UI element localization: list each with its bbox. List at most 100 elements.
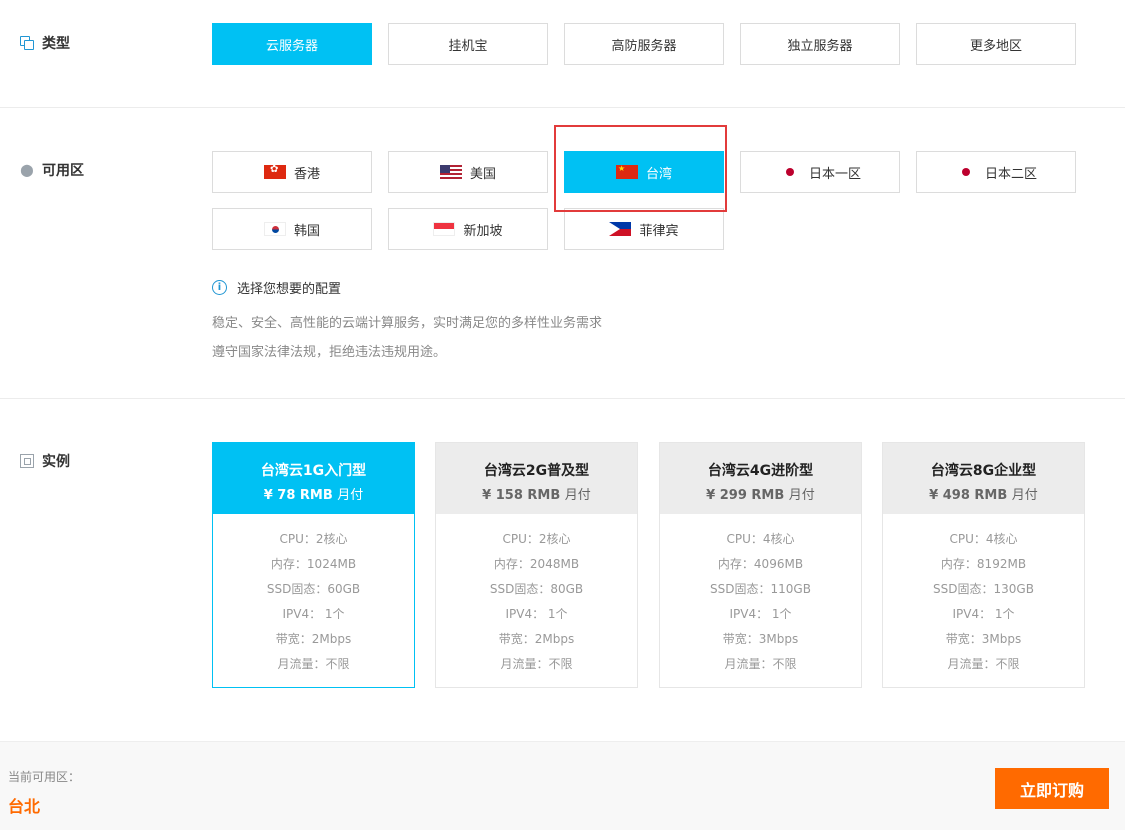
card-header: 台湾云2G普及型 ¥ 158 RMB 月付 <box>436 443 637 514</box>
spec-cpu: CPU：2核心 <box>279 532 348 546</box>
zone-option-label: 韩国 <box>293 223 320 239</box>
copy-icon <box>20 36 34 50</box>
instance-card-2g[interactable]: 台湾云2G普及型 ¥ 158 RMB 月付 CPU：2核心 内存：2048MB … <box>435 442 638 688</box>
card-header: 台湾云1G入门型 ¥ 78 RMB 月付 <box>213 443 414 514</box>
instance-card-8g[interactable]: 台湾云8G企业型 ¥ 498 RMB 月付 CPU：4核心 内存：8192MB … <box>882 442 1085 688</box>
singapore-flag-icon <box>433 222 456 236</box>
card-specs: CPU：2核心 内存：1024MB SSD固态：60GB IPV4： 1个 带宽… <box>213 514 414 677</box>
type-section-label: 类型 <box>20 33 70 53</box>
price-value: ¥ 299 RMB <box>706 488 785 503</box>
japan-flag-icon <box>778 165 801 179</box>
type-option-label: 更多地区 <box>969 38 1022 54</box>
current-zone-label: 当前可用区： <box>8 770 81 784</box>
spec-cpu: CPU：2核心 <box>502 532 571 546</box>
hong-kong-flag-icon <box>263 164 286 179</box>
zone-option-label: 新加坡 <box>463 223 503 239</box>
type-option-vps-box[interactable]: 挂机宝 <box>388 23 548 65</box>
spec-cpu: CPU：4核心 <box>949 532 1018 546</box>
card-name: 台湾云1G入门型 <box>260 463 367 479</box>
type-section: 类型 云服务器 挂机宝 高防服务器 独立服务器 更多地区 <box>0 0 1125 108</box>
current-zone-value: 台北 <box>8 797 41 816</box>
spec-ipv4: IPV4： 1个 <box>505 607 568 621</box>
spec-traffic: 月流量：不限 <box>947 657 1020 671</box>
selection-highlight-box <box>554 125 727 212</box>
spec-ipv4: IPV4： 1个 <box>729 607 792 621</box>
instance-frame-icon <box>20 454 34 468</box>
spec-memory: 内存：8192MB <box>940 557 1027 571</box>
type-option-cloud-server[interactable]: 云服务器 <box>212 23 372 65</box>
zone-option-label: 香港 <box>293 166 320 182</box>
instance-card-1g[interactable]: 台湾云1G入门型 ¥ 78 RMB 月付 CPU：2核心 内存：1024MB S… <box>212 442 415 688</box>
price-unit: 月付 <box>564 488 591 503</box>
card-header: 台湾云8G企业型 ¥ 498 RMB 月付 <box>883 443 1084 514</box>
japan-flag-icon <box>954 165 977 179</box>
zone-option-japan-2[interactable]: 日本二区 <box>916 151 1076 193</box>
card-specs: CPU：2核心 内存：2048MB SSD固态：80GB IPV4： 1个 带宽… <box>436 514 637 677</box>
spec-memory: 内存：1024MB <box>270 557 357 571</box>
card-specs: CPU：4核心 内存：8192MB SSD固态：130GB IPV4： 1个 带… <box>883 514 1084 677</box>
card-price: ¥ 78 RMB 月付 <box>213 484 414 503</box>
spec-ipv4: IPV4： 1个 <box>282 607 345 621</box>
price-unit: 月付 <box>1011 488 1038 503</box>
zone-option-label: 日本二区 <box>984 166 1037 182</box>
zone-option-label: 美国 <box>469 166 496 182</box>
usa-flag-icon <box>439 165 462 179</box>
price-unit: 月付 <box>337 488 364 503</box>
spec-ssd: SSD固态：60GB <box>266 582 361 596</box>
type-option-more-regions[interactable]: 更多地区 <box>916 23 1076 65</box>
card-price: ¥ 158 RMB 月付 <box>436 484 637 503</box>
hint-title: 选择您想要的配置 <box>237 282 342 297</box>
type-option-ddos-server[interactable]: 高防服务器 <box>564 23 724 65</box>
type-option-label: 独立服务器 <box>787 38 853 54</box>
description-line-1: 稳定、安全、高性能的云端计算服务，实时满足您的多样性业务需求 <box>212 316 603 331</box>
zone-option-label: 日本一区 <box>808 166 861 182</box>
korea-flag-icon <box>263 222 286 236</box>
instance-label-text: 实例 <box>42 454 70 470</box>
type-option-dedicated-server[interactable]: 独立服务器 <box>740 23 900 65</box>
card-name: 台湾云2G普及型 <box>483 463 590 479</box>
location-pin-icon: ⬤ <box>20 163 34 177</box>
spec-traffic: 月流量：不限 <box>277 657 350 671</box>
spec-memory: 内存：2048MB <box>493 557 580 571</box>
spec-bandwidth: 带宽：3Mbps <box>945 632 1022 646</box>
philippines-flag-icon <box>609 222 632 236</box>
order-footer: 当前可用区： 台北 立即订购 <box>0 741 1125 830</box>
type-label-text: 类型 <box>42 36 70 52</box>
zone-option-singapore[interactable]: 新加坡 <box>388 208 548 250</box>
config-hint: i 选择您想要的配置 <box>212 278 341 297</box>
spec-ssd: SSD固态：110GB <box>710 582 811 596</box>
spec-bandwidth: 带宽：2Mbps <box>275 632 352 646</box>
price-value: ¥ 158 RMB <box>482 488 561 503</box>
card-price: ¥ 498 RMB 月付 <box>883 484 1084 503</box>
info-icon: i <box>212 280 227 295</box>
type-option-label: 挂机宝 <box>448 38 488 54</box>
zone-option-korea[interactable]: 韩国 <box>212 208 372 250</box>
spec-cpu: CPU：4核心 <box>726 532 795 546</box>
card-specs: CPU：4核心 内存：4096MB SSD固态：110GB IPV4： 1个 带… <box>660 514 861 677</box>
spec-traffic: 月流量：不限 <box>500 657 573 671</box>
price-value: ¥ 498 RMB <box>929 488 1008 503</box>
zone-option-japan-1[interactable]: 日本一区 <box>740 151 900 193</box>
description-line-2: 遵守国家法律法规，拒绝违法违规用途。 <box>212 345 447 360</box>
zone-option-philippines[interactable]: 菲律宾 <box>564 208 724 250</box>
card-price: ¥ 299 RMB 月付 <box>660 484 861 503</box>
price-value: ¥ 78 RMB <box>263 488 333 503</box>
zone-option-hong-kong[interactable]: 香港 <box>212 151 372 193</box>
spec-traffic: 月流量：不限 <box>724 657 797 671</box>
instance-card-4g[interactable]: 台湾云4G进阶型 ¥ 299 RMB 月付 CPU：4核心 内存：4096MB … <box>659 442 862 688</box>
spec-ipv4: IPV4： 1个 <box>952 607 1015 621</box>
price-unit: 月付 <box>788 488 815 503</box>
card-name: 台湾云8G企业型 <box>930 463 1037 479</box>
instance-section-label: 实例 <box>20 451 70 471</box>
card-name: 台湾云4G进阶型 <box>707 463 814 479</box>
zone-option-usa[interactable]: 美国 <box>388 151 548 193</box>
spec-ssd: SSD固态：80GB <box>489 582 584 596</box>
card-header: 台湾云4G进阶型 ¥ 299 RMB 月付 <box>660 443 861 514</box>
zone-section-label: ⬤ 可用区 <box>20 160 84 180</box>
spec-memory: 内存：4096MB <box>717 557 804 571</box>
type-option-label: 高防服务器 <box>611 38 677 54</box>
spec-bandwidth: 带宽：3Mbps <box>722 632 799 646</box>
type-option-label: 云服务器 <box>265 38 318 54</box>
order-now-button[interactable]: 立即订购 <box>995 768 1109 809</box>
zone-option-label: 菲律宾 <box>639 223 679 239</box>
